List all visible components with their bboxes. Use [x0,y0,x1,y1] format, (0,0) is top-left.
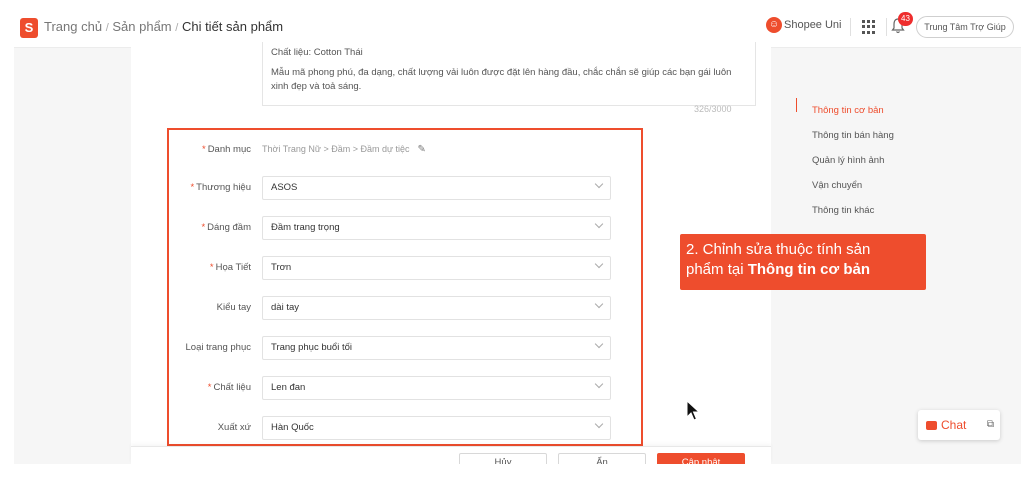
chevron-down-icon [594,419,604,429]
chevron-down-icon [594,259,604,269]
material-select[interactable]: Len đan [262,376,611,400]
description-material-line: Chất liệu: Cotton Thái [271,47,363,58]
app-frame: S Trang chủ / Sản phẩm / Chi tiết sản ph… [14,6,1021,464]
divider [850,18,851,36]
section-anchor-indicator [796,98,797,112]
breadcrumb-home[interactable]: Trang chủ [44,19,102,34]
shopee-uni-icon: ☺ [766,17,782,33]
product-description-textarea[interactable]: Chất liệu: Cotton Thái Mẫu mã phong phú,… [262,42,756,106]
description-char-counter: 326/3000 [694,104,732,114]
section-navigation: Thông tin cơ bản Thông tin bán hàng Quản… [812,98,894,223]
breadcrumb-products[interactable]: Sản phẩm [112,19,171,34]
chevron-down-icon [594,179,604,189]
chevron-down-icon [594,339,604,349]
chevron-down-icon [594,299,604,309]
description-body: Mẫu mã phong phú, đa dạng, chất lượng vả… [271,67,732,92]
dress-style-select[interactable]: Đầm trang trọng [262,216,611,240]
outfit-type-select[interactable]: Trang phục buổi tối [262,336,611,360]
chat-label: Chat [941,418,967,432]
attribute-label: * Chất liệu [207,382,251,393]
attribute-row-sleeve: Kiểu tay dài tay [169,296,641,320]
breadcrumb-separator: / [105,22,109,34]
section-link-media[interactable]: Quản lý hình ảnh [812,148,894,173]
category-label: * Danh mục [201,144,251,155]
category-row: * Danh mục Thời Trang Nữ > Đầm > Đầm dự t… [169,138,641,162]
chevron-down-icon [594,379,604,389]
shopee-uni-label: Shopee Uni [784,18,842,31]
section-link-other-info[interactable]: Thông tin khác [812,198,894,223]
attribute-row-outfit-type: Loại trang phục Trang phục buổi tối [169,336,641,360]
action-bar: Hủy Ẩn Cập nhật [131,446,771,464]
breadcrumb-separator: / [175,22,179,34]
help-center-button[interactable]: Trung Tâm Trợ Giúp [916,16,1014,38]
attribute-row-dress-style: * Dáng đầm Đầm trang trọng [169,216,641,240]
attribute-row-pattern: * Họa Tiết Trơn [169,256,641,280]
chat-button[interactable]: Chat ⧉ [918,410,1000,440]
tutorial-callout: 2. Chỉnh sửa thuộc tính sản phẩm tại Thô… [680,234,926,290]
attribute-row-origin: Xuất xứ Hàn Quốc [169,416,641,440]
attribute-label: Xuất xứ [217,422,251,433]
chat-icon [926,421,937,431]
breadcrumb: Trang chủ / Sản phẩm / Chi tiết sản phẩm [44,19,283,34]
category-path: Thời Trang Nữ > Đầm > Đầm dự tiệc ✎ [262,144,426,155]
origin-select[interactable]: Hàn Quốc [262,416,611,440]
apps-grid-icon[interactable] [862,20,876,34]
pattern-select[interactable]: Trơn [262,256,611,280]
update-button[interactable]: Cập nhật [657,453,745,464]
callout-line-2: phẩm tại Thông tin cơ bản [686,261,871,278]
attribute-label: * Dáng đầm [201,222,251,233]
attribute-label: * Họa Tiết [209,262,251,273]
attribute-row-brand: * Thương hiệu ASOS [169,176,641,200]
brand-select[interactable]: ASOS [262,176,611,200]
shopee-logo-icon[interactable]: S [20,18,38,38]
section-link-shipping[interactable]: Vận chuyển [812,173,894,198]
section-link-basic-info[interactable]: Thông tin cơ bản [812,98,894,123]
callout-line-1: 2. Chỉnh sửa thuộc tính sản [686,241,871,258]
sleeve-select[interactable]: dài tay [262,296,611,320]
product-attributes-form: * Danh mục Thời Trang Nữ > Đầm > Đầm dự t… [167,128,643,446]
notification-badge: 43 [898,12,913,26]
chevron-down-icon [594,219,604,229]
external-window-icon[interactable]: ⧉ [987,410,994,440]
attribute-row-material: * Chất liệu Len đan [169,376,641,400]
hide-button[interactable]: Ẩn [558,453,646,464]
pencil-icon[interactable]: ✎ [418,144,426,155]
attribute-label: Loại trang phục [185,342,252,353]
attribute-label: Kiểu tay [216,302,251,313]
attribute-label: * Thương hiệu [190,182,251,193]
divider [886,18,887,36]
shopee-uni-link[interactable]: ☺ Shopee Uni [766,17,842,33]
breadcrumb-current: Chi tiết sản phẩm [181,19,284,34]
cancel-button[interactable]: Hủy [459,453,547,464]
section-link-sales-info[interactable]: Thông tin bán hàng [812,123,894,148]
